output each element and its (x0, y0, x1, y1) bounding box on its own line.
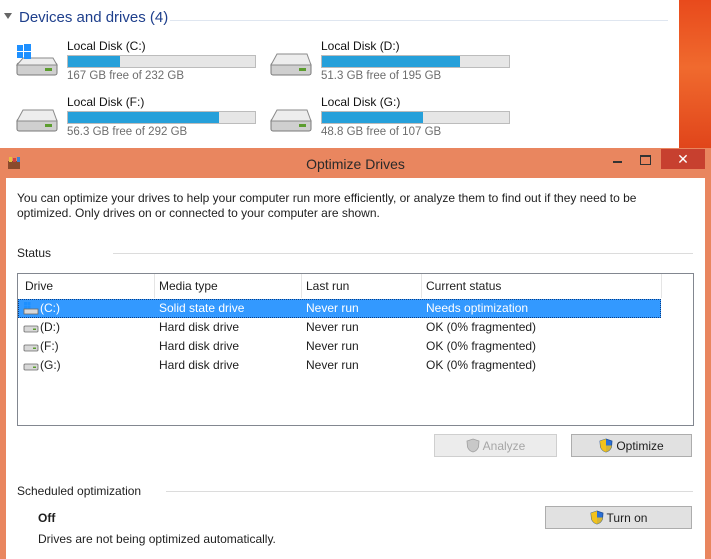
drive-tile-d[interactable]: Local Disk (D:) 51.3 GB free of 195 GB (268, 38, 518, 84)
drive-free-space: 48.8 GB free of 107 GB (321, 126, 442, 138)
drive-name: Local Disk (G:) (321, 95, 401, 109)
table-row[interactable]: (D:) Hard disk drive Never run OK (0% fr… (18, 318, 661, 337)
drive-tile-f[interactable]: Local Disk (F:) 56.3 GB free of 292 GB (14, 94, 264, 140)
drive-usage-fill (68, 56, 121, 67)
media-type-cell: Hard disk drive (159, 358, 240, 372)
section-divider (170, 20, 668, 21)
column-separator[interactable] (421, 274, 422, 298)
close-icon: ✕ (677, 151, 689, 167)
window-titlebar[interactable]: Optimize Drives ✕ (0, 148, 711, 177)
devices-section-title: Devices and drives (4) (19, 9, 169, 26)
explorer-background: Devices and drives (4) Local Disk (C:) 1… (0, 0, 711, 150)
scheduled-group-label: Scheduled optimization (17, 484, 142, 498)
drive-cell: (F:) (40, 339, 59, 353)
windows-drive-icon (15, 44, 58, 76)
drive-list[interactable]: Drive Media type Last run Current status… (17, 273, 694, 426)
table-row[interactable]: (F:) Hard disk drive Never run OK (0% fr… (18, 337, 661, 356)
drive-free-space: 167 GB free of 232 GB (67, 70, 184, 82)
uac-shield-icon (466, 438, 480, 453)
maximize-icon (640, 155, 651, 165)
drive-usage-fill (322, 56, 461, 67)
collapse-triangle-icon[interactable] (4, 13, 12, 20)
drive-usage-bar (67, 55, 256, 68)
drive-free-space: 56.3 GB free of 292 GB (67, 126, 188, 138)
status-group-label: Status (17, 246, 52, 260)
scheduled-group-line (166, 491, 693, 492)
media-type-cell: Solid state drive (159, 301, 245, 315)
window-client-area: You can optimize your drives to help you… (6, 178, 705, 559)
column-separator[interactable] (661, 274, 662, 298)
column-separator[interactable] (301, 274, 302, 298)
column-separator[interactable] (154, 274, 155, 298)
drive-cell: (G:) (40, 358, 61, 372)
media-type-cell: Hard disk drive (159, 320, 240, 334)
schedule-state: Off (38, 511, 56, 525)
optimize-button-label: Optimize (616, 439, 664, 453)
current-status-cell: OK (0% fragmented) (426, 358, 537, 372)
drive-usage-bar (321, 55, 510, 68)
hard-disk-icon (23, 344, 39, 352)
drive-usage-fill (322, 112, 423, 123)
media-type-cell: Hard disk drive (159, 339, 240, 353)
turn-on-button-label: Turn on (606, 511, 648, 525)
desktop-background-strip (679, 0, 711, 150)
drive-tile-g[interactable]: Local Disk (G:) 48.8 GB free of 107 GB (268, 94, 518, 140)
drive-usage-bar (67, 111, 256, 124)
last-run-cell: Never run (306, 339, 359, 353)
turn-on-button[interactable]: Turn on (545, 506, 692, 529)
column-header-last-run[interactable]: Last run (306, 274, 349, 298)
drive-name: Local Disk (C:) (67, 39, 146, 53)
intro-text: You can optimize your drives to help you… (17, 191, 637, 220)
drive-usage-fill (68, 112, 220, 123)
minimize-button[interactable] (604, 151, 630, 169)
schedule-description: Drives are not being optimized automatic… (38, 532, 276, 546)
current-status-cell: Needs optimization (426, 301, 529, 315)
minimize-icon (613, 161, 622, 163)
hard-disk-icon (23, 325, 39, 333)
analyze-button[interactable]: Analyze (434, 434, 557, 457)
close-button[interactable]: ✕ (661, 149, 705, 169)
hard-disk-icon (270, 53, 312, 76)
drive-usage-bar (321, 111, 510, 124)
last-run-cell: Never run (306, 301, 359, 315)
uac-shield-icon (599, 438, 613, 453)
column-header-current-status[interactable]: Current status (426, 274, 501, 298)
windows-drive-icon (23, 302, 39, 315)
optimize-drives-window: Optimize Drives ✕ You can optimize your … (0, 148, 711, 559)
optimize-button[interactable]: Optimize (571, 434, 692, 457)
drive-cell: (C:) (40, 301, 60, 315)
hard-disk-icon (16, 109, 58, 132)
last-run-cell: Never run (306, 358, 359, 372)
column-header-media-type[interactable]: Media type (159, 274, 218, 298)
last-run-cell: Never run (306, 320, 359, 334)
current-status-cell: OK (0% fragmented) (426, 339, 537, 353)
drive-tile-c[interactable]: Local Disk (C:) 167 GB free of 232 GB (14, 38, 264, 84)
status-group-line (113, 253, 693, 254)
maximize-button[interactable] (632, 151, 658, 169)
analyze-button-label: Analyze (482, 439, 526, 453)
current-status-cell: OK (0% fragmented) (426, 320, 537, 334)
hard-disk-icon (270, 109, 312, 132)
column-header-drive[interactable]: Drive (25, 274, 53, 298)
drive-cell: (D:) (40, 320, 60, 334)
table-row[interactable]: (C:) Solid state drive Never run Needs o… (18, 299, 661, 318)
hard-disk-icon (23, 363, 39, 371)
drive-name: Local Disk (D:) (321, 39, 400, 53)
drive-name: Local Disk (F:) (67, 95, 145, 109)
uac-shield-icon (590, 510, 603, 525)
devices-section-header[interactable]: Devices and drives (4) (4, 9, 168, 26)
table-row[interactable]: (G:) Hard disk drive Never run OK (0% fr… (18, 356, 661, 375)
drive-free-space: 51.3 GB free of 195 GB (321, 70, 442, 82)
